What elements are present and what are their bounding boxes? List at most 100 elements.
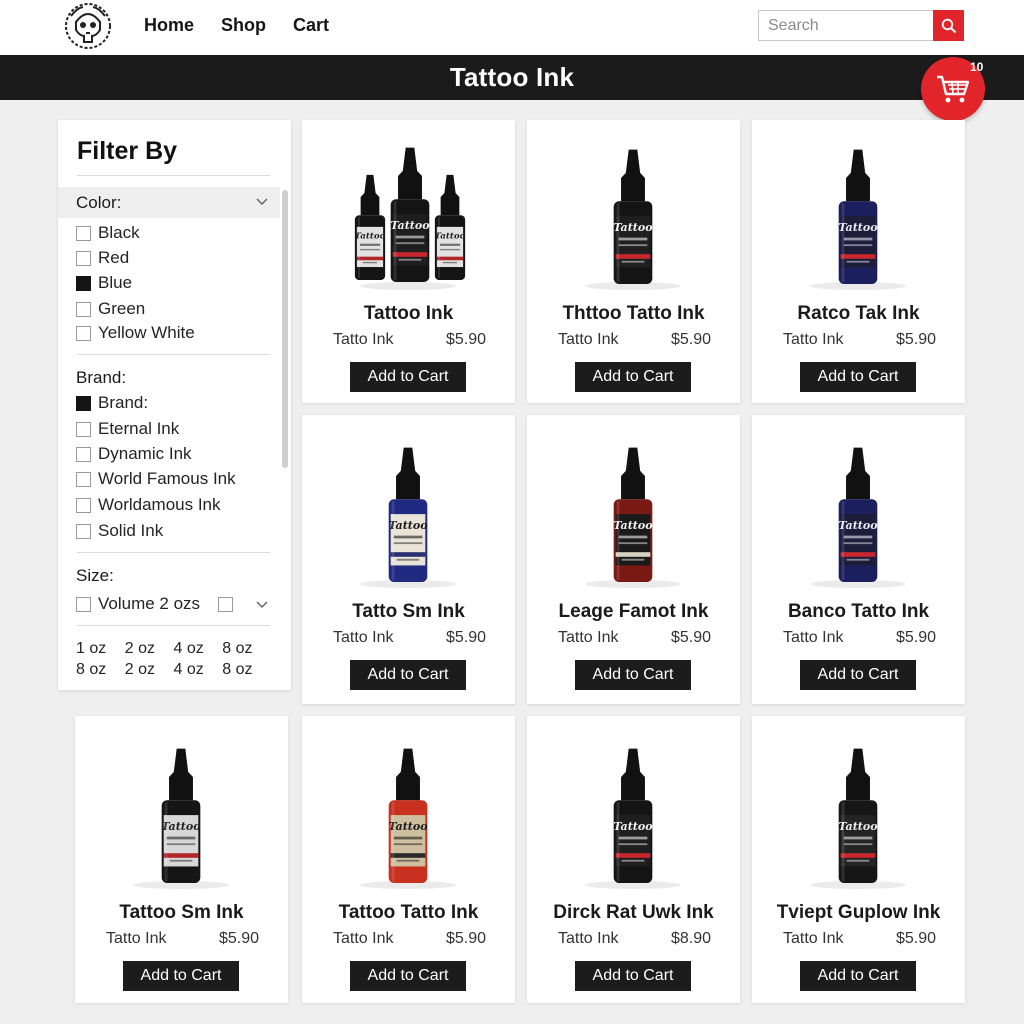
- checkbox[interactable]: [218, 597, 233, 612]
- product-brand: Tatto Ink: [558, 331, 619, 348]
- checkbox[interactable]: [76, 325, 91, 341]
- size-section-label: Size:: [76, 566, 114, 585]
- ink-bottle-image[interactable]: Tattoo: [527, 120, 740, 295]
- product-card[interactable]: Tattoo Tviept Guplow Ink Tatto Ink $5.90…: [752, 716, 965, 1003]
- filter-scrollbar[interactable]: [282, 190, 288, 468]
- product-name[interactable]: Tviept Guplow Ink: [752, 902, 965, 924]
- add-to-cart-button[interactable]: Add to Cart: [800, 362, 916, 392]
- brand-option-worldamous-ink[interactable]: Worldamous Ink: [76, 495, 221, 515]
- product-name[interactable]: Leage Famot Ink: [527, 601, 740, 623]
- size-chip[interactable]: 2 oz: [125, 661, 174, 679]
- size-chip[interactable]: 8 oz: [76, 661, 125, 679]
- search-input[interactable]: [759, 11, 933, 40]
- size-chip[interactable]: 8 oz: [222, 640, 271, 658]
- ink-bottle-image[interactable]: Tattoo: [302, 418, 515, 593]
- ink-bottle-image[interactable]: Tattoo: [527, 418, 740, 593]
- product-price: $5.90: [445, 331, 486, 348]
- checkbox[interactable]: [76, 523, 91, 539]
- skull-logo-icon[interactable]: [62, 0, 114, 52]
- add-to-cart-button[interactable]: Add to Cart: [800, 660, 916, 690]
- brand-option-brand[interactable]: Brand:: [76, 393, 148, 413]
- product-name[interactable]: Tattoo Tatto Ink: [302, 902, 515, 924]
- checkbox-checked[interactable]: [76, 275, 91, 291]
- ink-bottle-image[interactable]: Tattoo: [752, 120, 965, 295]
- product-card[interactable]: Tattoo Ratco Tak Ink Tatto Ink $5.90 Add…: [752, 120, 965, 403]
- product-name[interactable]: Ratco Tak Ink: [752, 303, 965, 325]
- checkbox[interactable]: [76, 471, 91, 487]
- color-option-green[interactable]: Green: [76, 299, 145, 319]
- brand-option-dynamic-ink[interactable]: Dynamic Ink: [76, 444, 192, 464]
- checkbox-checked[interactable]: [76, 395, 91, 411]
- size-chip[interactable]: 4 oz: [174, 640, 223, 658]
- product-name[interactable]: Tattoo Sm Ink: [75, 902, 288, 924]
- product-card[interactable]: Tattoo Tattoo Tattoo Tattoo Ink Tatto In…: [302, 120, 515, 403]
- add-to-cart-button[interactable]: Add to Cart: [575, 362, 691, 392]
- product-price: $5.90: [445, 629, 486, 646]
- product-card[interactable]: Tattoo Dirck Rat Uwk Ink Tatto Ink $8.90…: [527, 716, 740, 1003]
- color-option-blue[interactable]: Blue: [76, 273, 132, 293]
- size-chip[interactable]: 4 oz: [174, 661, 223, 679]
- product-name[interactable]: Tattoo Ink: [302, 303, 515, 325]
- product-brand: Tatto Ink: [333, 331, 394, 348]
- add-to-cart-button[interactable]: Add to Cart: [350, 362, 466, 392]
- add-to-cart-button[interactable]: Add to Cart: [575, 961, 691, 991]
- product-brand: Tatto Ink: [558, 629, 619, 646]
- ink-bottle-image[interactable]: Tattoo Tattoo Tattoo: [302, 120, 515, 295]
- ink-bottle-image[interactable]: Tattoo: [75, 719, 288, 894]
- product-card[interactable]: Tattoo Leage Famot Ink Tatto Ink $5.90 A…: [527, 415, 740, 704]
- color-option-red[interactable]: Red: [76, 248, 129, 268]
- ink-bottle-image[interactable]: Tattoo: [527, 719, 740, 894]
- color-option-black[interactable]: Black: [76, 223, 140, 243]
- product-brand: Tatto Ink: [783, 629, 844, 646]
- add-to-cart-button[interactable]: Add to Cart: [350, 961, 466, 991]
- brand-option-solid-ink[interactable]: Solid Ink: [76, 521, 163, 541]
- shopping-cart-icon: [937, 75, 970, 103]
- size-chip[interactable]: 2 oz: [125, 640, 174, 658]
- checkbox[interactable]: [76, 225, 91, 241]
- nav-home-link[interactable]: Home: [144, 15, 194, 36]
- search-button[interactable]: [933, 10, 964, 41]
- add-to-cart-button[interactable]: Add to Cart: [350, 660, 466, 690]
- chevron-down-icon: [256, 198, 268, 206]
- product-brand: Tatto Ink: [106, 930, 167, 947]
- product-price: $5.90: [670, 629, 711, 646]
- filter-panel: Filter By Color: Black Red Blue Green Ye…: [58, 120, 291, 690]
- product-name[interactable]: Thttoo Tatto Ink: [527, 303, 740, 325]
- chevron-down-icon[interactable]: [256, 601, 268, 609]
- product-card[interactable]: Tattoo Banco Tatto Ink Tatto Ink $5.90 A…: [752, 415, 965, 704]
- checkbox[interactable]: [76, 421, 91, 437]
- add-to-cart-button[interactable]: Add to Cart: [575, 660, 691, 690]
- ink-bottle-image[interactable]: Tattoo: [752, 719, 965, 894]
- search-box: [758, 10, 964, 41]
- size-chip[interactable]: 1 oz: [76, 640, 125, 658]
- add-to-cart-button[interactable]: Add to Cart: [800, 961, 916, 991]
- filter-title: Filter By: [77, 137, 178, 165]
- product-card[interactable]: Tattoo Tatto Sm Ink Tatto Ink $5.90 Add …: [302, 415, 515, 704]
- checkbox[interactable]: [76, 301, 91, 317]
- nav-shop-link[interactable]: Shop: [221, 15, 266, 36]
- checkbox[interactable]: [76, 250, 91, 266]
- ink-bottle-image[interactable]: Tattoo: [752, 418, 965, 593]
- color-section-header[interactable]: Color:: [58, 187, 280, 218]
- product-name[interactable]: Banco Tatto Ink: [752, 601, 965, 623]
- brand-option-eternal-ink[interactable]: Eternal Ink: [76, 419, 179, 439]
- page-title: Tattoo Ink: [449, 62, 575, 92]
- product-name[interactable]: Tatto Sm Ink: [302, 601, 515, 623]
- brand-option-world-famous-ink[interactable]: World Famous Ink: [76, 469, 236, 489]
- checkbox[interactable]: [76, 596, 91, 612]
- product-price: $5.90: [445, 930, 486, 947]
- divider: [77, 625, 270, 626]
- search-icon: [941, 18, 956, 33]
- checkbox[interactable]: [76, 497, 91, 513]
- product-card[interactable]: Tattoo Thttoo Tatto Ink Tatto Ink $5.90 …: [527, 120, 740, 403]
- size-chip[interactable]: 8 oz: [222, 661, 271, 679]
- product-card[interactable]: Tattoo Tattoo Tatto Ink Tatto Ink $5.90 …: [302, 716, 515, 1003]
- product-card[interactable]: Tattoo Tattoo Sm Ink Tatto Ink $5.90 Add…: [75, 716, 288, 1003]
- size-volume-select[interactable]: Volume 2 ozs: [76, 594, 200, 614]
- add-to-cart-button[interactable]: Add to Cart: [123, 961, 239, 991]
- checkbox[interactable]: [76, 446, 91, 462]
- ink-bottle-image[interactable]: Tattoo: [302, 719, 515, 894]
- product-name[interactable]: Dirck Rat Uwk Ink: [527, 902, 740, 924]
- nav-cart-link[interactable]: Cart: [293, 15, 329, 36]
- color-option-yellow-white[interactable]: Yellow White: [76, 323, 195, 343]
